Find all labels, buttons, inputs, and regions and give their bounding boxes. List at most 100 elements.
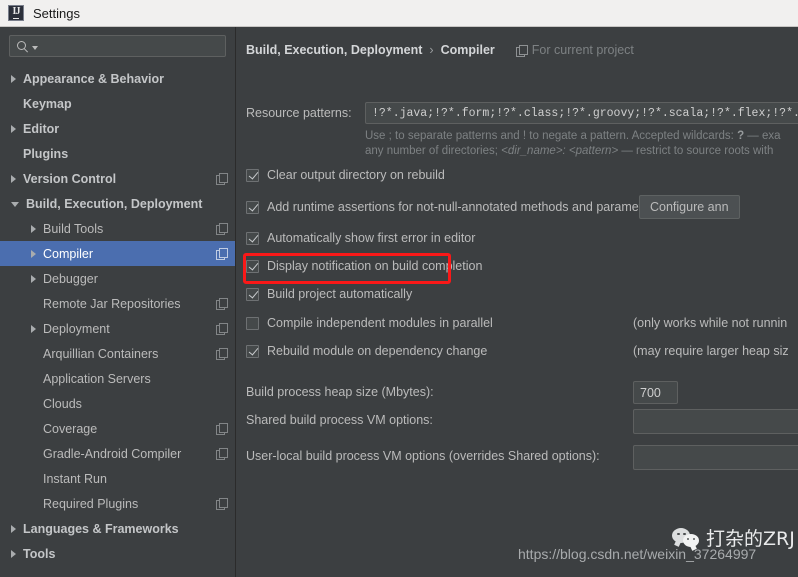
field-label: Shared build process VM options: [246, 413, 433, 427]
copy-settings-icon[interactable] [216, 298, 228, 310]
checkbox-empty-icon[interactable] [246, 316, 259, 330]
checkmark-icon[interactable] [246, 287, 259, 301]
resource-patterns-input[interactable] [372, 106, 798, 120]
sidebar-item-label: Instant Run [43, 471, 107, 486]
sidebar-item-editor[interactable]: Editor [0, 116, 235, 141]
sidebar-item-label: Application Servers [43, 371, 151, 386]
chevron-right-icon[interactable] [11, 549, 16, 558]
scope-note-label: For current project [531, 43, 634, 57]
checkbox-compile-independent-modules-in-parallel[interactable]: Compile independent modules in parallel [246, 316, 493, 330]
settings-tree: Appearance & Behavior Keymap Editor Plugins… [0, 66, 235, 566]
sidebar-item-coverage[interactable]: Coverage [0, 416, 235, 441]
checkbox-label: Clear output directory on rebuild [267, 168, 445, 182]
copy-settings-icon[interactable] [216, 348, 228, 360]
field-input[interactable] [633, 445, 798, 470]
chevron-right-icon[interactable] [31, 224, 36, 233]
sidebar-item-label: Clouds [43, 396, 82, 411]
configure-annotations-button[interactable]: Configure ann [639, 195, 740, 219]
compiler-settings-panel: Build, Execution, Deployment › Compiler … [237, 27, 798, 577]
checkbox-display-notification-on-build-completion[interactable]: Display notification on build completion [246, 259, 482, 273]
sidebar-item-label: Remote Jar Repositories [43, 296, 181, 311]
sidebar-item-label: Coverage [43, 421, 98, 436]
chevron-right-icon[interactable] [11, 124, 16, 133]
sidebar-item-clouds[interactable]: Clouds [0, 391, 235, 416]
copy-settings-icon[interactable] [216, 448, 228, 460]
hint-line1-a: Use ; to separate patterns and ! to nega… [365, 130, 738, 142]
sidebar-item-languages-frameworks[interactable]: Languages & Frameworks [0, 516, 235, 541]
resource-patterns-hint: Use ; to separate patterns and ! to nega… [365, 129, 798, 159]
sidebar-item-debugger[interactable]: Debugger [0, 266, 235, 291]
resource-patterns-field[interactable] [365, 102, 798, 124]
hint-line1-c: — exa [744, 130, 781, 142]
sidebar-item-gradle-android-compiler[interactable]: Gradle-Android Compiler [0, 441, 235, 466]
copy-settings-icon[interactable] [216, 248, 228, 260]
sidebar-item-remote-jar-repositories[interactable]: Remote Jar Repositories [0, 291, 235, 316]
chevron-right-icon[interactable] [31, 274, 36, 283]
copy-settings-icon[interactable] [216, 223, 228, 235]
checkmark-icon[interactable] [246, 168, 259, 182]
checkbox-rebuild-module-on-dependency-change[interactable]: Rebuild module on dependency change [246, 344, 487, 358]
checkbox-label: Rebuild module on dependency change [267, 344, 488, 358]
chevron-down-icon[interactable] [11, 202, 19, 207]
sidebar-item-arquillian-containers[interactable]: Arquillian Containers [0, 341, 235, 366]
breadcrumb-parent[interactable]: Build, Execution, Deployment [246, 43, 422, 57]
chevron-right-icon[interactable] [11, 74, 16, 83]
sidebar-item-appearance-behavior[interactable]: Appearance & Behavior [0, 66, 235, 91]
checkbox-clear-output-directory-on-rebuild[interactable]: Clear output directory on rebuild [246, 168, 445, 182]
hint-line1: Use ; to separate patterns and ! to nega… [365, 130, 781, 142]
breadcrumb: Build, Execution, Deployment › Compiler … [246, 43, 634, 57]
chevron-right-icon[interactable] [11, 524, 16, 533]
field-input[interactable] [633, 409, 798, 434]
hint-line2-b: <dir_name>: <pattern> [501, 145, 619, 157]
chevron-right-icon[interactable] [31, 249, 36, 258]
wechat-icon [672, 527, 702, 548]
checkbox-label: Build project automatically [267, 287, 413, 301]
sidebar-item-label: Tools [23, 546, 56, 561]
intellij-idea-icon: IJ [8, 5, 24, 21]
note-text: (only works while not runnin [633, 316, 788, 330]
sidebar-item-deployment[interactable]: Deployment [0, 316, 235, 341]
checkmark-icon[interactable] [246, 259, 259, 273]
hint-line2-c: — restrict to source roots with [618, 145, 774, 157]
note-text: (may require larger heap siz [633, 344, 789, 358]
chevron-right-icon[interactable] [11, 174, 16, 183]
settings-sidebar: Appearance & Behavior Keymap Editor Plugins… [0, 27, 236, 577]
search-input[interactable] [38, 39, 225, 53]
watermark-url: https://blog.csdn.net/weixin_37264997 [518, 546, 757, 562]
sidebar-item-compiler[interactable]: Compiler [0, 241, 235, 266]
checkbox-automatically-show-first-error-in-editor[interactable]: Automatically show first error in editor [246, 231, 475, 245]
search-container [0, 27, 235, 57]
checkmark-icon[interactable] [246, 344, 259, 358]
sidebar-item-label: Editor [23, 121, 60, 136]
copy-settings-icon[interactable] [216, 173, 228, 185]
checkbox-build-project-automatically[interactable]: Build project automatically [246, 287, 412, 301]
sidebar-item-label: Gradle-Android Compiler [43, 446, 182, 461]
checkmark-icon[interactable] [246, 200, 259, 214]
sidebar-item-application-servers[interactable]: Application Servers [0, 366, 235, 391]
sidebar-item-build-execution-deployment[interactable]: Build, Execution, Deployment [0, 191, 235, 216]
sidebar-item-label: Debugger [43, 271, 98, 286]
sidebar-item-instant-run[interactable]: Instant Run [0, 466, 235, 491]
sidebar-item-label: Languages & Frameworks [23, 521, 179, 536]
copy-settings-icon[interactable] [216, 323, 228, 335]
copy-settings-icon[interactable] [216, 423, 228, 435]
sidebar-item-label: Required Plugins [43, 496, 139, 511]
field-label: Build process heap size (Mbytes): [246, 385, 434, 399]
sidebar-item-plugins[interactable]: Plugins [0, 141, 235, 166]
sidebar-item-keymap[interactable]: Keymap [0, 91, 235, 116]
sidebar-item-required-plugins[interactable]: Required Plugins [0, 491, 235, 516]
field-input[interactable] [633, 381, 678, 404]
hint-line2: any number of directories; <dir_name>: <… [365, 145, 773, 157]
checkbox-add-runtime-assertions-for-not-null-annotated-methods-and-parameters[interactable]: Add runtime assertions for not-null-anno… [246, 200, 660, 214]
sidebar-item-build-tools[interactable]: Build Tools [0, 216, 235, 241]
checkmark-icon[interactable] [246, 231, 259, 245]
search-box[interactable] [9, 35, 226, 57]
checkbox-label: Add runtime assertions for not-null-anno… [267, 200, 660, 214]
sidebar-item-label: Keymap [23, 96, 72, 111]
sidebar-item-version-control[interactable]: Version Control [0, 166, 235, 191]
chevron-right-icon[interactable] [31, 324, 36, 333]
copy-settings-icon[interactable] [216, 498, 228, 510]
sidebar-item-label: Appearance & Behavior [23, 71, 165, 86]
sidebar-item-tools[interactable]: Tools [0, 541, 235, 566]
window-title: Settings [33, 5, 80, 21]
